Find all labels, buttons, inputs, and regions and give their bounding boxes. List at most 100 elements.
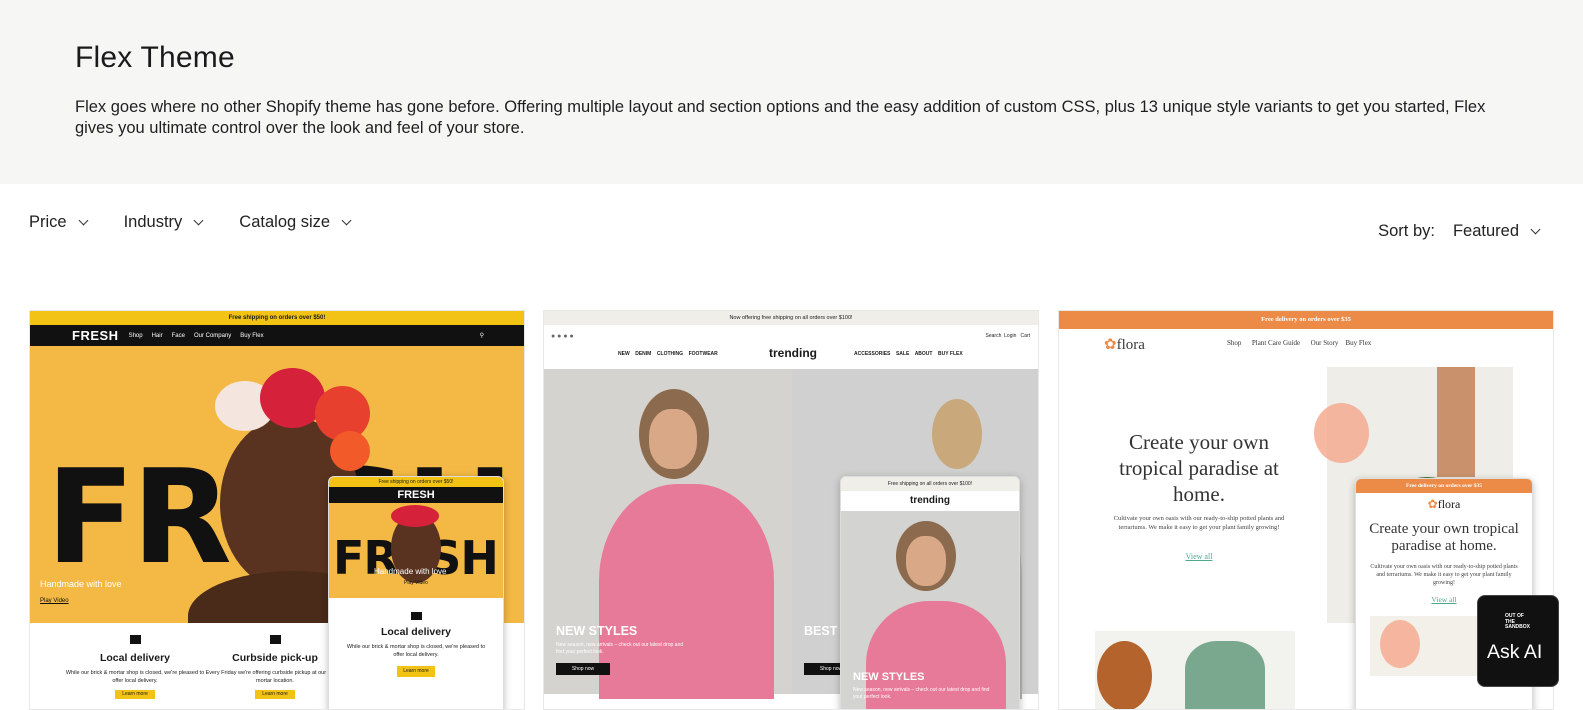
feature-button: Learn more: [115, 690, 155, 699]
model-pink-jacket: [599, 484, 774, 699]
search-icon: ⚲: [479, 333, 484, 339]
sort-label: Sort by:: [1378, 222, 1435, 240]
filter-industry[interactable]: Industry: [123, 213, 204, 232]
chevron-down-icon: [341, 215, 352, 226]
page-description: Flex goes where no other Shopify theme h…: [75, 98, 1486, 137]
mobile-feature-title: Local delivery: [380, 626, 452, 638]
nav-item: ACCESSORIES: [854, 351, 891, 357]
flower-logo-icon: ✿: [1427, 497, 1438, 511]
mobile-preview: Free shipping on orders over $50! FRESH …: [328, 476, 504, 709]
feature-button: Learn more: [255, 690, 295, 699]
cart-link: Cart: [1020, 333, 1030, 339]
flower-orange-2: [330, 431, 370, 471]
truck-icon: [129, 635, 141, 644]
nav-item: NEW: [618, 351, 630, 357]
nav-item: Our Story: [1310, 339, 1339, 347]
store-nav: ● ● ● ● Search Login Cart NEW DENIM CLOT…: [544, 325, 1038, 369]
model-2-hair: [932, 399, 982, 469]
nav-item: Our Company: [193, 332, 232, 339]
collection-header: Flex Theme Flex goes where no other Shop…: [0, 0, 1583, 184]
nav-item: Buy Flex: [1345, 339, 1372, 347]
nav-item: Buy Flex: [240, 332, 264, 339]
store-nav: ✿flora Shop Plant Care Guide Our Story B…: [1059, 329, 1553, 359]
nav-links: Shop Plant Care Guide Our Story Buy Flex: [1227, 339, 1371, 347]
social-icons: ● ● ● ●: [551, 333, 574, 340]
nav-item: DENIM: [635, 351, 652, 357]
model-face: [906, 536, 946, 586]
filter-bar: Price Industry Catalog size: [29, 213, 387, 232]
sandbox-logo: OUT OF THE SANDBOX: [1505, 613, 1531, 630]
mobile-hero: FRESH Handmade with love Play Video: [329, 503, 503, 598]
flower-logo-icon: ✿: [1104, 337, 1117, 353]
feature-local-delivery: Local delivery While our brick & mortar …: [60, 635, 210, 699]
ask-ai-label: Ask AI: [1487, 641, 1543, 663]
view-all-link: View all: [1185, 552, 1213, 561]
mobile-announcement: Free delivery on orders over $35: [1356, 479, 1532, 493]
mobile-logo: trending: [910, 495, 950, 506]
nav-item: Plant Care Guide: [1251, 339, 1301, 347]
mobile-flower: [391, 505, 439, 527]
slide-button: Shop now: [556, 663, 610, 675]
store-logo: ✿flora: [1104, 335, 1145, 354]
theme-card-fresh[interactable]: Free shipping on orders over $50! FRESH …: [29, 310, 525, 710]
utility-links: Search Login Cart: [986, 333, 1030, 339]
play-video-link: Play Video: [40, 598, 69, 604]
announcement-bar: Now offering free shipping on all orders…: [544, 311, 1038, 325]
nav-item: BUY FLEX: [938, 351, 963, 357]
chevron-down-icon: [1530, 224, 1541, 235]
mobile-announcement: Free shipping on orders over $50!: [329, 477, 503, 487]
truck-icon: [410, 612, 422, 620]
slide-text: New season, new arrivals – check out our…: [556, 642, 684, 655]
mobile-feature-button: Learn more: [397, 666, 435, 677]
announcement-bar: Free delivery on orders over $35: [1059, 311, 1553, 329]
mobile-video-link: Play Video: [404, 580, 428, 586]
nav-left: NEW DENIM CLOTHING FOOTWEAR: [618, 351, 718, 357]
hero-headline: Create your own tropical paradise at hom…: [1119, 430, 1279, 506]
sort-control: Sort by: Featured: [1378, 222, 1541, 241]
nav-item: Hair: [151, 332, 163, 339]
box-icon: [269, 635, 281, 644]
nav-item: FOOTWEAR: [688, 351, 718, 357]
nav-item: CLOTHING: [656, 351, 684, 357]
model-face: [649, 409, 697, 469]
mobile-slide-title: NEW STYLES: [853, 671, 925, 683]
mobile-announcement: Free shipping on all orders over $100!: [841, 477, 1019, 491]
mobile-logo-text: flora: [1437, 497, 1461, 511]
nav-item: Shop: [128, 332, 143, 339]
bottom-photo: [1095, 631, 1295, 709]
hero-tagline: Handmade with love: [40, 579, 122, 589]
leaf-decoration: [1314, 403, 1369, 463]
chevron-down-icon: [78, 215, 89, 226]
mobile-feature-text: While our brick & mortar shop is closed,…: [346, 644, 486, 658]
nav-item: Shop: [1227, 339, 1242, 347]
planter: [1437, 367, 1475, 477]
sort-select[interactable]: Featured: [1453, 222, 1541, 241]
nav-right: ACCESSORIES SALE ABOUT BUY FLEX: [854, 351, 963, 357]
filter-price[interactable]: Price: [29, 213, 89, 232]
filter-price-label: Price: [29, 213, 67, 231]
store-logo: trending: [769, 346, 817, 360]
store-logo: FRESH: [72, 328, 119, 343]
ask-ai-button[interactable]: OUT OF THE SANDBOX Ask AI: [1477, 595, 1559, 687]
hero-text: Cultivate your own oasis with our ready-…: [1113, 515, 1285, 531]
mobile-logo: FRESH: [329, 487, 503, 503]
slide-title: NEW STYLES: [556, 624, 638, 638]
page-title: Flex Theme: [75, 41, 235, 74]
filter-industry-label: Industry: [123, 213, 183, 231]
theme-card-trending[interactable]: Now offering free shipping on all orders…: [543, 310, 1039, 710]
mobile-preview: Free shipping on all orders over $100! t…: [840, 476, 1020, 709]
mobile-tagline: Handmade with love: [374, 567, 447, 576]
mobile-feature: Local delivery While our brick & mortar …: [329, 598, 503, 677]
feature-title: Local delivery: [99, 652, 171, 664]
person-hair: [1097, 641, 1152, 709]
filter-catalog-size[interactable]: Catalog size: [239, 213, 352, 232]
nav-item: ABOUT: [914, 351, 933, 357]
store-logo-text: flora: [1116, 337, 1145, 353]
mobile-hero: NEW STYLES New season, new arrivals – ch…: [841, 511, 1019, 709]
search-link: Search: [985, 333, 1002, 339]
aloe-plant: [1185, 641, 1265, 709]
feature-text: While our brick & mortar shop is closed,…: [65, 670, 205, 684]
chevron-down-icon: [193, 215, 204, 226]
nav-item: Face: [171, 332, 185, 339]
login-link: Login: [1004, 333, 1017, 339]
